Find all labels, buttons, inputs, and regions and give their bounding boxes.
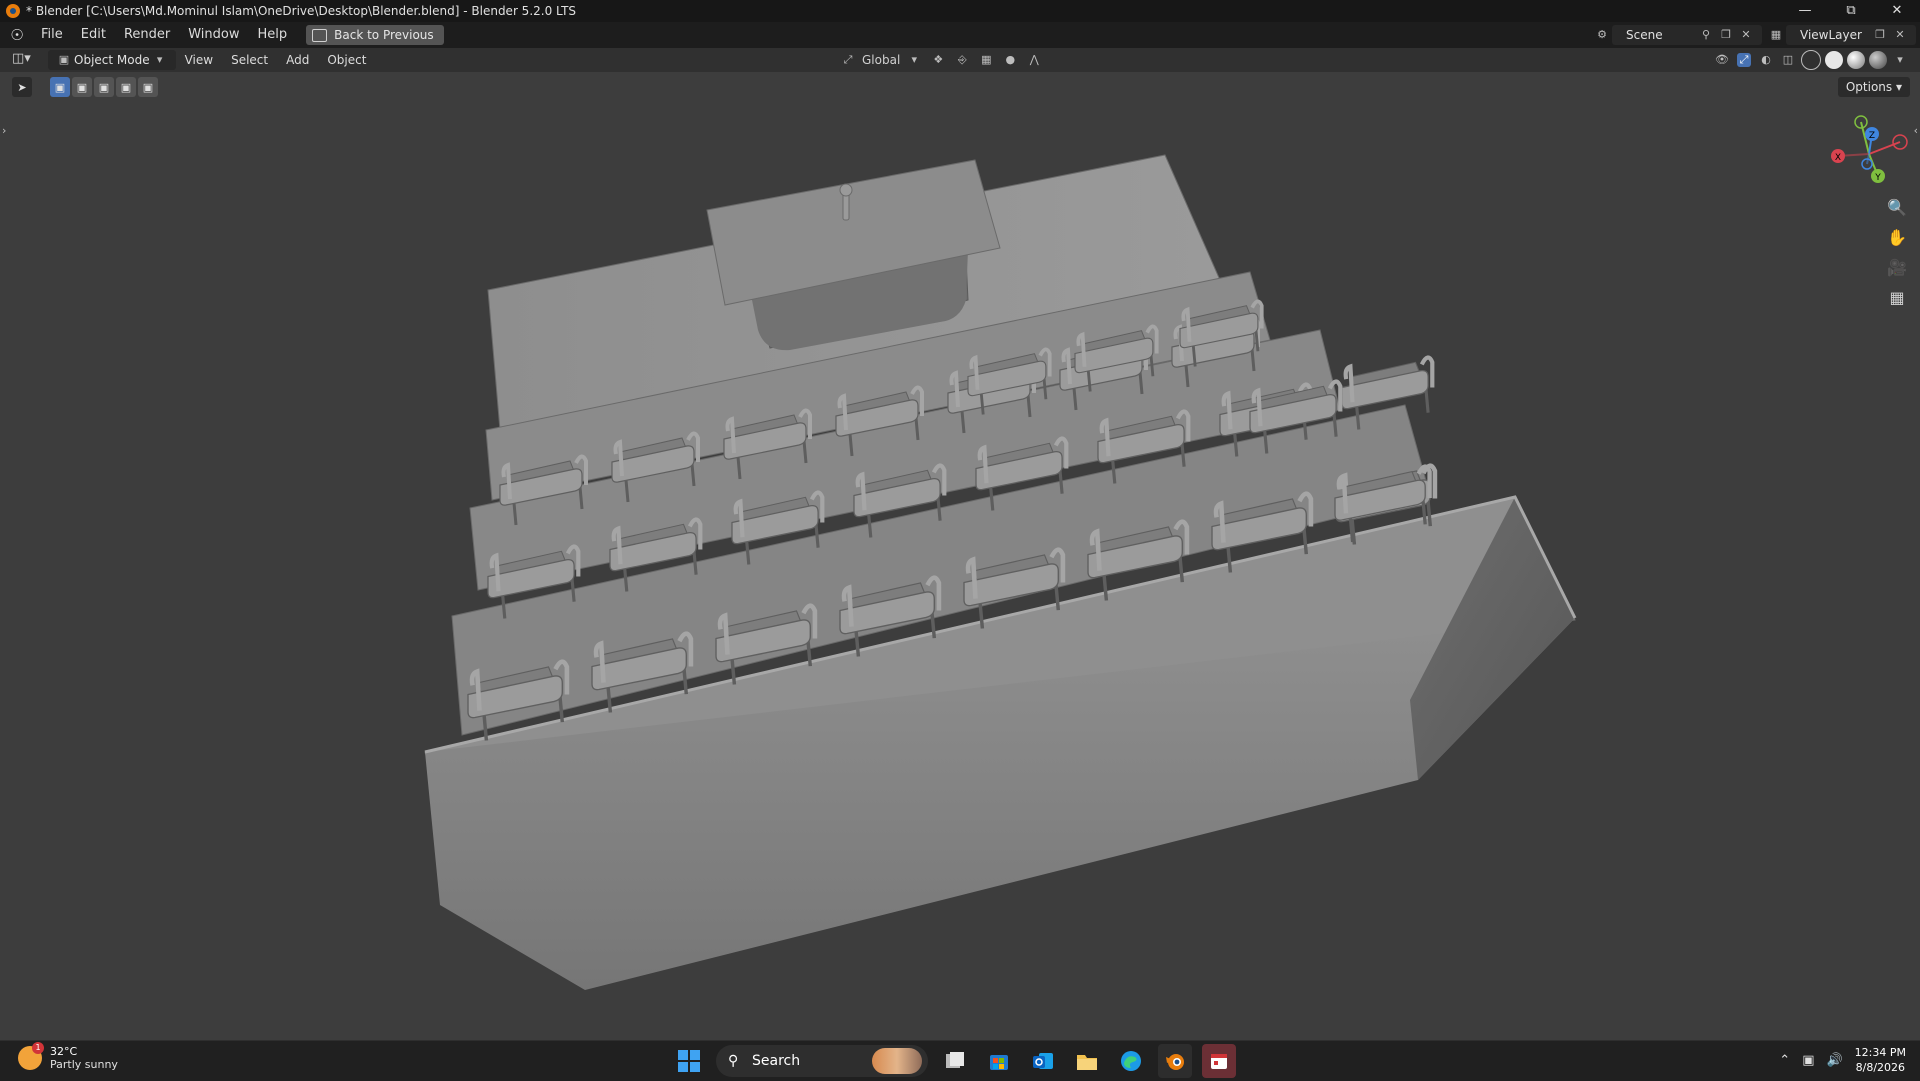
viewport-menu-view[interactable]: View [176,53,222,67]
rendered-shading-icon[interactable] [1869,51,1887,69]
back-to-previous-button[interactable]: Back to Previous [306,25,444,45]
windows-start-icon[interactable] [672,1044,706,1078]
clock-date: 8/8/2026 [1855,1061,1906,1074]
menu-help[interactable]: Help [249,22,297,48]
new-scene-icon[interactable]: ❐ [1719,28,1733,42]
shading-options-icon[interactable]: ▾ [1893,53,1907,67]
wireframe-shading-icon[interactable] [1801,50,1821,70]
chevron-down-icon: ▾ [911,53,918,66]
select-intersect-icon[interactable]: ▣ [138,77,158,97]
minimize-icon[interactable]: — [1782,0,1828,22]
task-view-icon[interactable] [938,1044,972,1078]
view-layer-field[interactable]: ViewLayer ❐ ✕ [1786,25,1916,45]
material-preview-shading-icon[interactable] [1847,51,1865,69]
window-title: * Blender [C:\Users\Md.Mominul Islam\One… [26,4,577,18]
file-explorer-icon[interactable] [1070,1044,1104,1078]
volume-icon[interactable]: 🔊 [1826,1053,1842,1068]
menu-edit[interactable]: Edit [72,22,115,48]
menu-file[interactable]: File [32,22,72,48]
calendar-app-icon[interactable] [1202,1044,1236,1078]
edge-browser-icon[interactable] [1114,1044,1148,1078]
search-highlight-image [872,1048,922,1074]
viewport-display-tools: 👁 ⤢ ◐ ◫ ▾ [1712,50,1910,70]
object-mode-dropdown[interactable]: ▣ Object Mode ▾ [48,50,176,70]
weather-sun-icon: 1 [18,1042,44,1070]
clock-time: 12:34 PM [1854,1046,1906,1059]
3d-viewport[interactable] [0,100,1920,1030]
options-dropdown[interactable]: Options ▾ [1837,77,1910,97]
overlays-icon[interactable]: ◐ [1759,53,1773,67]
search-icon: ⚲ [728,1053,739,1069]
tray-overflow-icon[interactable]: ⌃ [1779,1053,1790,1068]
restore-icon[interactable]: ⧉ [1828,0,1874,22]
windows-taskbar: 1 32°C Partly sunny ⚲ Search ⌃ ▣ 🔊 12:34… [0,1040,1920,1081]
view-layer-name: ViewLayer [1800,28,1862,42]
blender-taskbar-icon[interactable] [1158,1044,1192,1078]
object-mode-label: Object Mode [74,53,150,67]
xray-icon[interactable]: ◫ [1781,53,1795,67]
select-invert-icon[interactable]: ▣ [116,77,136,97]
blender-logo-icon [6,4,20,18]
title-bar: * Blender [C:\Users\Md.Mominul Islam\One… [0,0,1920,22]
new-view-layer-icon[interactable]: ❐ [1873,28,1887,42]
editor-type-icon[interactable]: ◫▾ [12,51,42,69]
snap-toggle-icon[interactable]: ⎆ [955,53,969,67]
select-extend-icon[interactable]: ▣ [72,77,92,97]
snap-target-icon[interactable]: ▦ [979,53,993,67]
viewport-header: ◫▾ ▣ Object Mode ▾ View Select Add Objec… [0,48,1920,72]
scene-name: Scene [1626,28,1663,42]
visibility-icon[interactable]: 👁 [1715,53,1729,67]
falloff-icon[interactable]: ⋀ [1027,53,1041,67]
solid-shading-icon[interactable] [1825,51,1843,69]
pivot-point-icon[interactable]: ❖ [931,53,945,67]
taskbar-search[interactable]: ⚲ Search [716,1045,928,1077]
pin-icon[interactable]: ⚲ [1699,28,1713,42]
transform-tools: ⤢ Global ▾ ❖ ⎆ ▦ ● ⋀ [838,50,1044,70]
network-icon[interactable]: ▣ [1802,1053,1814,1068]
weather-notification-badge: 1 [32,1042,44,1054]
options-label: Options [1845,80,1893,94]
weather-description: Partly sunny [50,1058,118,1071]
select-subtract-icon[interactable]: ▣ [94,77,114,97]
select-new-icon[interactable]: ▣ [50,77,70,97]
transform-orientation-icon: ⤢ [843,53,853,66]
microsoft-store-icon[interactable] [982,1044,1016,1078]
taskbar-clock[interactable]: 12:34 PM 8/8/2026 [1855,1045,1906,1075]
close-icon[interactable]: ✕ [1874,0,1920,22]
scene-browse-icon[interactable]: ⚙ [1595,28,1609,42]
window-controls: — ⧉ ✕ [1782,0,1920,22]
remove-scene-icon[interactable]: ✕ [1739,28,1753,42]
scene-layer-selectors: ⚙ Scene ⚲ ❐ ✕ ▦ ViewLayer ❐ ✕ [1592,22,1920,48]
weather-temperature: 32°C [50,1045,78,1058]
viewport-menu-add[interactable]: Add [277,53,318,67]
proportional-editing-icon[interactable]: ● [1003,53,1017,67]
select-mode-tools: ➤ ▣ ▣ ▣ ▣ ▣ [12,76,160,98]
top-menu-bar: ☉ File Edit Render Window Help Back to P… [0,22,1920,48]
viewport-menu-select[interactable]: Select [222,53,277,67]
system-tray: ⌃ ▣ 🔊 12:34 PM 8/8/2026 [1779,1045,1906,1075]
back-icon [312,28,328,42]
taskbar-apps: ⚲ Search [672,1044,1236,1078]
chevron-down-icon: ▾ [156,53,163,66]
search-label: Search [752,1053,801,1069]
back-to-previous-label: Back to Previous [334,28,434,42]
remove-view-layer-icon[interactable]: ✕ [1893,28,1907,42]
object-mode-icon: ▣ [58,53,70,66]
select-tool-icon[interactable]: ➤ [12,77,32,97]
menu-render[interactable]: Render [115,22,179,48]
transform-orientation-dropdown[interactable]: Global [862,53,900,67]
weather-widget[interactable]: 1 32°C Partly sunny [18,1042,118,1071]
scene-field[interactable]: Scene ⚲ ❐ ✕ [1612,25,1762,45]
menu-window[interactable]: Window [179,22,248,48]
gizmo-toggle-icon[interactable]: ⤢ [1737,53,1751,67]
outlook-icon[interactable] [1026,1044,1060,1078]
viewport-menu-object[interactable]: Object [318,53,375,67]
view-layer-browse-icon[interactable]: ▦ [1769,28,1783,42]
blender-menu-icon[interactable]: ☉ [8,26,26,44]
